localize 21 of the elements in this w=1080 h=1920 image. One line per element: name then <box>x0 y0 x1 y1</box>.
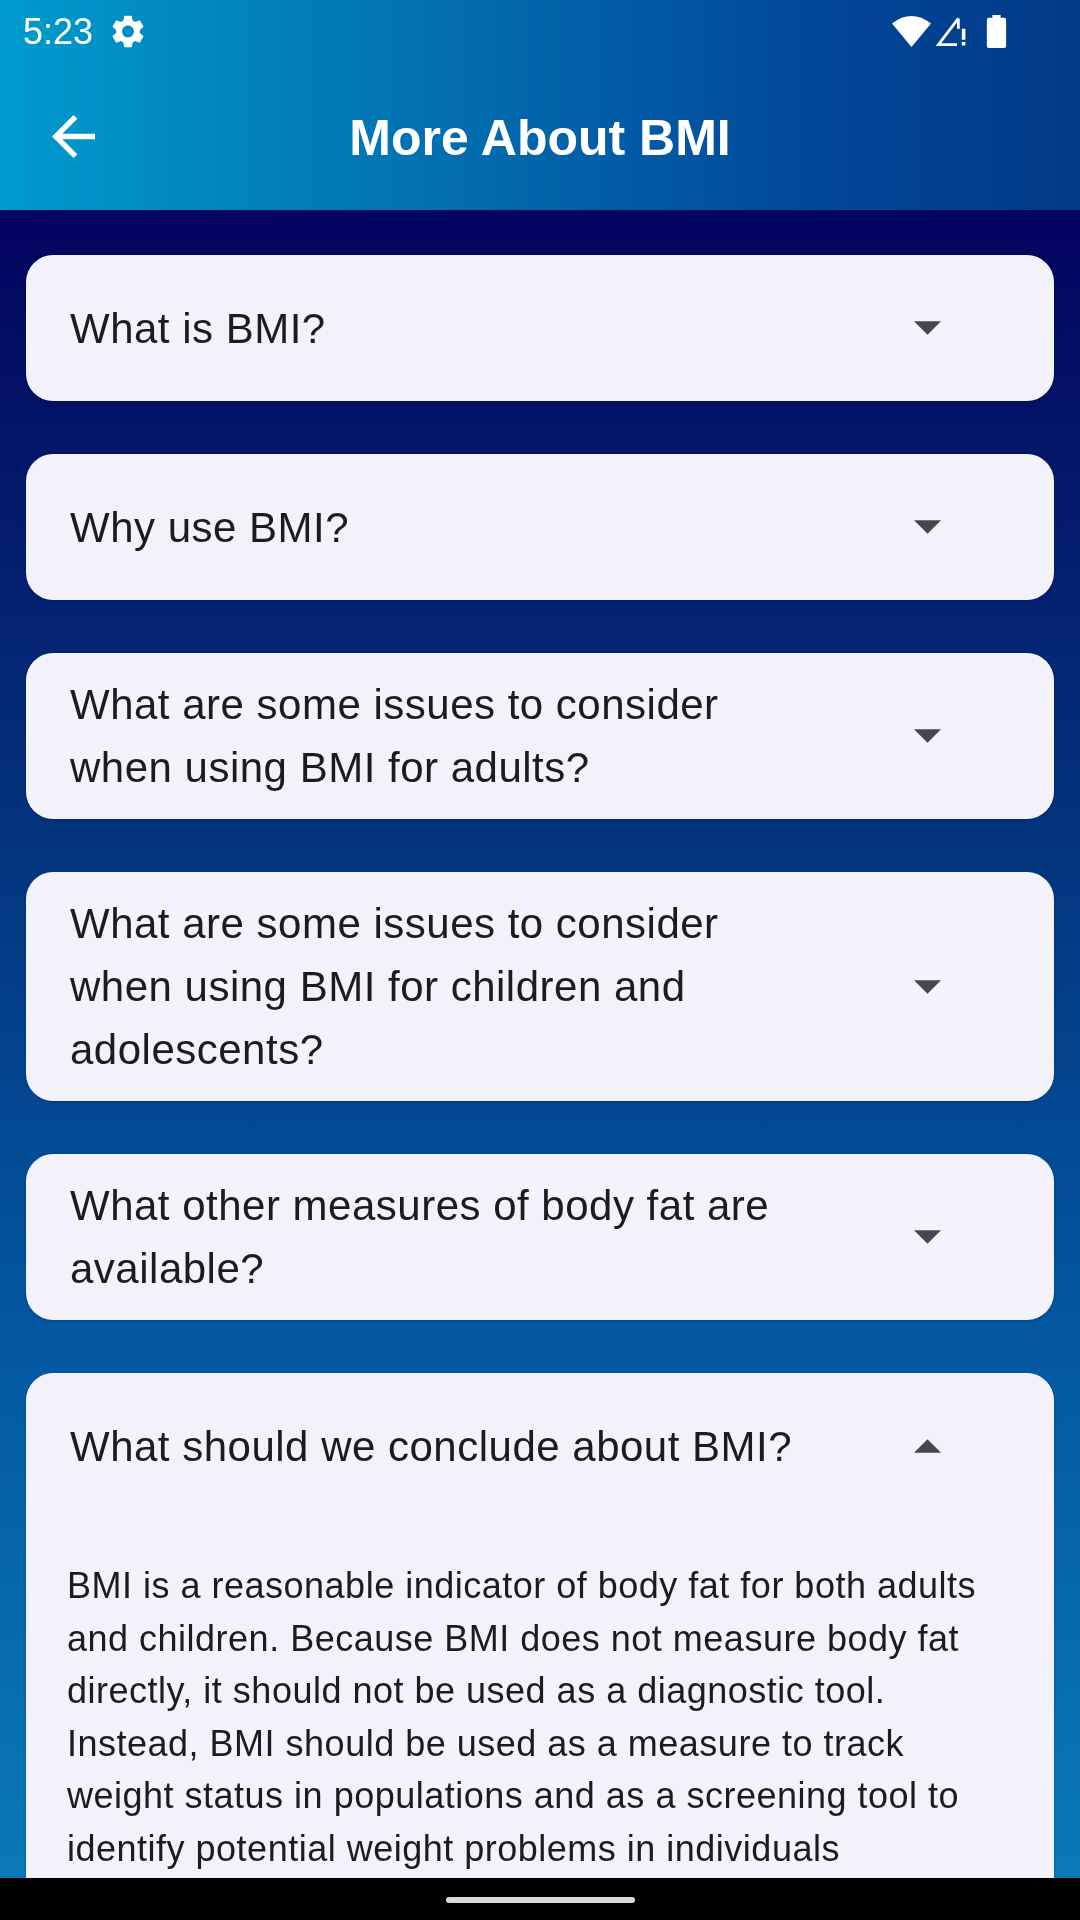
gear-icon <box>112 15 145 48</box>
question-text: What are some issues to consider when using BMI for children and adolescents? <box>70 899 720 1075</box>
faq-card[interactable]: What other measures of body fat are available? <box>26 1154 1054 1320</box>
question-text: What other measures of body fat are available? <box>70 1181 771 1294</box>
faq-card[interactable]: Why use BMI? <box>26 454 1054 600</box>
faq-card[interactable]: What are some issues to consider when using BMI for children and adolescents? <box>26 872 1054 1101</box>
faq-card[interactable]: What is BMI? <box>26 255 1054 401</box>
wifi-icon <box>892 16 931 47</box>
faq-card[interactable] <box>26 1373 1054 1878</box>
question-text: What is BMI? <box>70 303 327 354</box>
arrow-left-icon <box>52 115 95 158</box>
status-time: 5:23 <box>23 11 94 52</box>
signal-icon <box>935 15 968 48</box>
back-button[interactable] <box>52 115 95 158</box>
battery-icon <box>986 15 1007 48</box>
answer-text: BMI is a reasonable indicator of body fat for both adults and children. Because BMI does not measure body fat directly, it should not be used as a diagnostic tool. Instead, BMI should be used as a measure to track weight status in populations and as a screening tool to identify potential weight problems in individuals <box>67 1564 977 1871</box>
faq-card[interactable]: What are some issues to consider when using BMI for adults? <box>26 653 1054 819</box>
screen-title: More About BMI <box>349 109 731 168</box>
question-text: What are some issues to consider when using BMI for adults? <box>70 680 720 793</box>
question-text: What should we conclude about BMI? <box>70 1421 794 1472</box>
question-text: Why use BMI? <box>70 502 351 553</box>
